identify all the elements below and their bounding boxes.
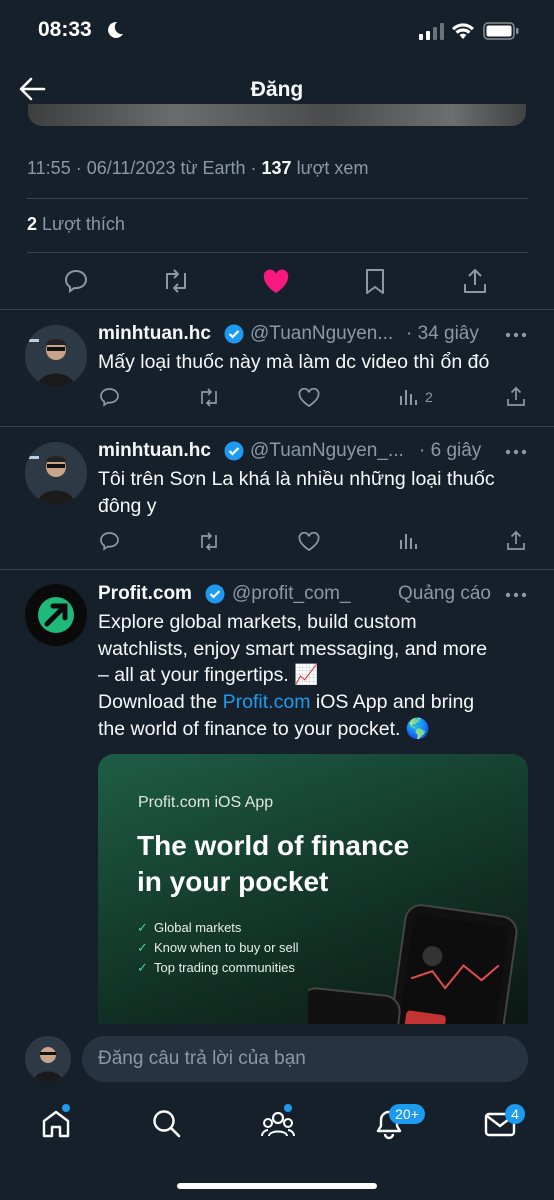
reply-text: Mấy loại thuốc này mà làm dc video thì ổ…: [98, 351, 490, 373]
reply-text-line: Tôi trên Sơn La khá là nhiều những loại …: [98, 468, 495, 490]
tweet-media-image[interactable]: [28, 104, 526, 126]
retweet-icon[interactable]: [197, 387, 221, 408]
verified-badge-icon: [205, 584, 225, 604]
cellular-signal-icon: [419, 23, 444, 40]
likes-label: Lượt thích: [37, 214, 125, 234]
more-options-icon[interactable]: [505, 592, 527, 598]
reply-author-name[interactable]: minhtuan.hc: [98, 323, 211, 345]
divider: [27, 198, 528, 199]
reply-tweet[interactable]: minhtuan.hc @TuanNguyen... · 34 giây Mấy…: [0, 310, 554, 426]
messages-badge: 4: [505, 1104, 525, 1124]
verified-badge-icon: [224, 441, 244, 461]
views-icon[interactable]: [399, 532, 419, 550]
views-count: 2: [425, 389, 433, 405]
current-user-avatar[interactable]: [25, 1036, 71, 1082]
like-icon[interactable]: [298, 532, 320, 551]
reply-text-line: đông y: [98, 495, 157, 517]
avatar-image: [25, 442, 87, 504]
card-headline-line: in your pocket: [137, 866, 329, 897]
check-icon: ✓: [137, 920, 148, 935]
check-icon: ✓: [137, 960, 148, 975]
ad-text-line: watchlists, enjoy smart messaging, and m…: [98, 638, 488, 660]
home-indicator: [177, 1183, 377, 1189]
home-icon[interactable]: [40, 1108, 72, 1140]
divider: [27, 252, 528, 253]
communities-icon[interactable]: [261, 1108, 295, 1138]
reply-author-handle[interactable]: @TuanNguyen_...: [250, 440, 404, 462]
ad-link[interactable]: Profit.com: [223, 691, 311, 713]
ad-text: Download the: [98, 691, 223, 713]
reply-icon[interactable]: [99, 387, 120, 407]
ad-text: iOS App and bring: [310, 691, 475, 713]
reply-icon[interactable]: [99, 531, 120, 551]
advertiser-avatar[interactable]: [25, 584, 87, 646]
more-options-icon[interactable]: [505, 332, 527, 338]
status-bar: 08:33: [0, 0, 554, 62]
card-feature: Global markets: [154, 920, 242, 935]
more-options-icon[interactable]: [505, 449, 527, 455]
views-label: lượt xem: [291, 158, 369, 178]
profit-logo-icon: [25, 584, 87, 646]
reply-time: · 34 giây: [406, 323, 479, 344]
ad-text-line: the world of finance to your pocket. 🌎: [98, 718, 431, 740]
bookmark-icon[interactable]: [364, 268, 386, 295]
reply-author-name[interactable]: minhtuan.hc: [98, 440, 211, 462]
home-unread-dot: [62, 1104, 70, 1112]
card-feature: Top trading communities: [154, 960, 295, 975]
likes-count: 2: [27, 214, 38, 234]
likes-summary[interactable]: 2 Lượt thích: [27, 214, 125, 235]
ad-text-line: Explore global markets, build custom: [98, 611, 417, 633]
status-time: 08:33: [38, 18, 92, 41]
ad-text-line: – all at your fingertips. 📈: [98, 664, 319, 686]
check-icon: ✓: [137, 940, 148, 955]
retweet-icon[interactable]: [161, 268, 191, 294]
advertiser-handle[interactable]: @profit_com_: [232, 583, 351, 605]
retweet-icon[interactable]: [197, 531, 221, 552]
share-icon[interactable]: [462, 267, 488, 295]
avatar[interactable]: [25, 442, 87, 504]
communities-unread-dot: [284, 1104, 292, 1112]
tweet-meta: 11:55 · 06/11/2023 từ Earth · 137 lượt x…: [27, 158, 368, 179]
reply-icon[interactable]: [63, 268, 89, 294]
reply-author-handle[interactable]: @TuanNguyen...: [250, 323, 393, 345]
reply-placeholder: Đăng câu trả lời của bạn: [98, 1048, 306, 1069]
avatar-image: [25, 325, 87, 387]
card-feature: Know when to buy or sell: [154, 940, 299, 955]
reply-input[interactable]: Đăng câu trả lời của bạn: [82, 1036, 528, 1082]
wifi-icon: [452, 23, 474, 39]
ad-media-card[interactable]: Profit.com iOS App The world of finance …: [98, 754, 528, 1054]
view-count: 137: [261, 158, 292, 178]
reply-tweet[interactable]: minhtuan.hc @TuanNguyen_... · 6 giây Tôi…: [0, 427, 554, 569]
advertiser-name[interactable]: Profit.com: [98, 583, 192, 605]
moon-icon: [108, 21, 123, 38]
like-icon[interactable]: [298, 388, 320, 407]
avatar-image: [25, 1036, 71, 1082]
card-app-label: Profit.com iOS App: [138, 794, 274, 811]
ad-text-line: Download the Profit.com iOS App and brin…: [98, 689, 474, 716]
reply-time: · 6 giây: [419, 440, 482, 461]
notifications-badge: 20+: [389, 1104, 425, 1124]
share-icon[interactable]: [506, 386, 526, 407]
search-icon[interactable]: [151, 1108, 183, 1140]
avatar[interactable]: [25, 325, 87, 387]
battery-icon: [483, 22, 519, 40]
verified-badge-icon: [224, 324, 244, 344]
tweet-timestamp: 11:55 · 06/11/2023 từ Earth ·: [27, 158, 262, 178]
ad-label: Quảng cáo: [398, 583, 491, 604]
views-icon[interactable]: [399, 388, 419, 406]
page-title: Đăng: [250, 78, 304, 101]
card-headline-line: The world of finance: [137, 830, 410, 861]
heart-icon-liked[interactable]: [262, 269, 290, 294]
share-icon[interactable]: [506, 530, 526, 551]
